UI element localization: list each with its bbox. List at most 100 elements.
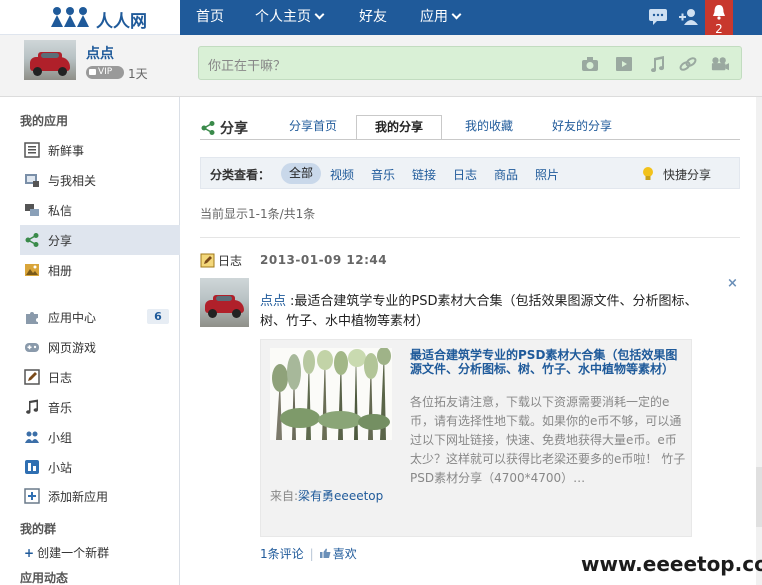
scrollbar-thumb[interactable] [756, 467, 762, 527]
tab-share-home[interactable]: 分享首页 [280, 115, 346, 139]
gamepad-icon [25, 343, 39, 352]
sidebar-item-groups[interactable]: 小组 [20, 422, 180, 452]
post-avatar[interactable] [200, 278, 249, 327]
create-group-link[interactable]: + 创建一个新群 [24, 544, 109, 561]
scrollbar[interactable] [756, 97, 762, 585]
post-author-link[interactable]: 点点 [260, 294, 286, 309]
watermark-text: www.eeeetop.com [581, 552, 762, 576]
group-icon [25, 431, 39, 443]
profile-name[interactable]: 点点 [86, 43, 114, 63]
card-source: 来自:梁有勇eeeetop [270, 487, 383, 504]
notification-count: 2 [715, 22, 723, 36]
sidebar-item-label: 与我相关 [48, 174, 97, 188]
sidebar-item-label: 相册 [48, 264, 73, 278]
sidebar-item-news[interactable]: 新鲜事 [20, 135, 180, 165]
add-app-link[interactable]: 添加新应用 [20, 481, 180, 511]
quick-share-button[interactable]: 快捷分享 [663, 166, 711, 183]
vip-badge[interactable]: VIP [86, 66, 124, 79]
sidebar-item-messages[interactable]: 私信 [20, 195, 180, 225]
message-icon [25, 204, 39, 216]
sidebar-item-label: 小站 [48, 461, 73, 475]
app-count-badge: 6 [147, 309, 169, 324]
chevron-down-icon [451, 9, 462, 20]
sidebar-item-label: 分享 [48, 234, 73, 248]
filter-blog[interactable]: 日志 [453, 166, 477, 183]
sidebar-item-related[interactable]: 与我相关 [20, 165, 180, 195]
sidebar-item-app-center[interactable]: 应用中心 6 [20, 302, 180, 332]
movie-camera-icon[interactable] [711, 56, 729, 72]
post-text: 点点:最适合建筑学专业的PSD素材大合集（包括效果图源文件、分析图标、树、竹子、… [260, 292, 700, 332]
bamboo-trees-image [270, 348, 392, 440]
share-icon [25, 233, 39, 247]
result-count: 当前显示1-1条/共1条 [200, 207, 316, 221]
music-note-icon[interactable] [648, 56, 666, 72]
nav-profile-label: 个人主页 [255, 9, 311, 25]
like-button[interactable]: 喜欢 [333, 547, 357, 561]
related-icon [25, 174, 39, 187]
post-timestamp: 2013-01-09 12:44 [260, 253, 388, 267]
add-friend-icon[interactable] [678, 8, 700, 26]
filter-all[interactable]: 全部 [281, 163, 322, 184]
music-icon [26, 399, 39, 414]
tab-friends-shares[interactable]: 好友的分享 [542, 115, 622, 139]
sidebar-item-album[interactable]: 相册 [20, 255, 180, 285]
chat-icon[interactable] [648, 8, 668, 26]
divider [200, 237, 740, 238]
logo-person-icon [51, 7, 63, 27]
tab-my-shares[interactable]: 我的分享 [356, 115, 442, 140]
close-icon[interactable]: × [727, 276, 738, 291]
sidebar-item-label: 新鲜事 [48, 144, 85, 158]
sidebar-item-label: 小组 [48, 431, 73, 445]
profile-bar: 点点 VIP 1天 你正在干嘛？ [0, 35, 762, 97]
post-type-label: 日志 [218, 254, 243, 268]
video-icon[interactable] [615, 56, 633, 72]
comments-link[interactable]: 1条评论 [260, 547, 304, 561]
share-icon [201, 121, 215, 135]
card-thumbnail[interactable] [270, 348, 392, 440]
filter-photo[interactable]: 照片 [535, 166, 559, 183]
news-icon [24, 142, 40, 158]
nav-home[interactable]: 首页 [192, 0, 228, 35]
post-body: :最适合建筑学专业的PSD素材大合集（包括效果图源文件、分析图标、树、竹子、水中… [260, 294, 698, 329]
logo[interactable]: 人人网 [0, 0, 180, 35]
sidebar: 我的应用 新鲜事 与我相关 私信 分享 相册 应用中心 6 网页游戏 日志 音乐… [0, 97, 180, 585]
source-label: 来自: [270, 489, 299, 503]
thumbs-up-icon [319, 548, 331, 558]
chevron-down-icon [314, 9, 325, 20]
nav-friends[interactable]: 好友 [355, 0, 391, 35]
tab-divider [200, 139, 740, 140]
source-link[interactable]: 梁有勇eeeetop [298, 489, 383, 503]
tab-my-favorites[interactable]: 我的收藏 [456, 115, 522, 139]
share-card[interactable]: 最适合建筑学专业的PSD素材大合集（包括效果图源文件、分析图标、树、竹子、水中植… [260, 339, 692, 537]
puzzle-icon [26, 312, 38, 324]
site-icon [25, 460, 39, 474]
sidebar-item-music[interactable]: 音乐 [20, 392, 180, 422]
nav-profile[interactable]: 个人主页 [251, 0, 327, 35]
filter-video[interactable]: 视频 [330, 166, 354, 183]
sidebar-item-share[interactable]: 分享 [20, 225, 180, 255]
card-description: 各位拓友请注意，下载以下资源需要消耗一定的e币，请有选择性地下载。如果你的e币不… [410, 395, 686, 485]
create-group-label: 创建一个新群 [37, 546, 110, 560]
sidebar-section-title: 应用动态 [20, 571, 69, 585]
blog-icon [200, 253, 215, 268]
link-icon[interactable] [679, 56, 697, 72]
action-divider: | [309, 547, 314, 561]
sidebar-item-web-games[interactable]: 网页游戏 [20, 332, 180, 362]
sidebar-item-blog[interactable]: 日志 [20, 362, 180, 392]
nav-apps[interactable]: 应用 [416, 0, 464, 35]
album-icon [25, 264, 39, 276]
card-title-link[interactable]: 最适合建筑学专业的PSD素材大合集（包括效果图源文件、分析图标、树、竹子、水中植… [410, 348, 686, 376]
filter-link[interactable]: 链接 [412, 166, 436, 183]
filter-product[interactable]: 商品 [494, 166, 518, 183]
sidebar-item-label: 音乐 [48, 401, 73, 415]
status-input[interactable]: 你正在干嘛？ [198, 46, 742, 80]
sidebar-item-site[interactable]: 小站 [20, 452, 180, 482]
filter-music[interactable]: 音乐 [371, 166, 395, 183]
add-app-icon [24, 488, 40, 504]
nav-apps-label: 应用 [420, 9, 448, 25]
sidebar-item-label: 应用中心 [48, 311, 97, 325]
lightbulb-icon [643, 167, 653, 180]
bell-icon [713, 5, 725, 20]
avatar[interactable] [24, 40, 76, 80]
camera-icon[interactable] [581, 56, 599, 72]
